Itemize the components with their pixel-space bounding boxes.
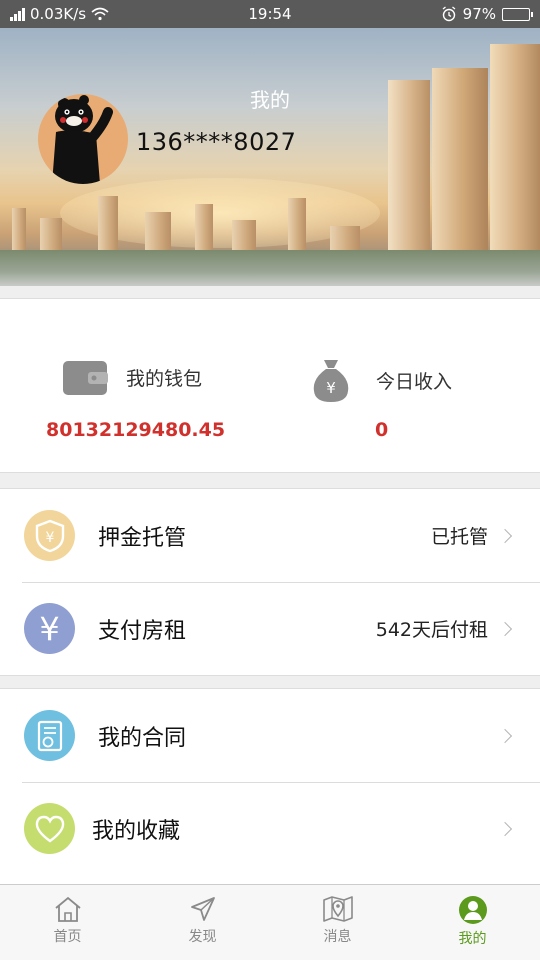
today-income-value: 0 [375, 419, 389, 441]
menu-item-favorites[interactable]: 我的收藏 [0, 782, 540, 875]
menu-item-deposit[interactable]: ¥ 押金托管 已托管 [0, 489, 540, 582]
menu-label: 我的收藏 [92, 818, 181, 844]
tab-label: 首页 [53, 929, 82, 945]
rent-due-status: 542天后付租 [375, 619, 488, 641]
chevron-right-icon [497, 728, 513, 743]
menu-group-rent: ¥ 押金托管 已托管 ¥ 支付房租 542天后付租 [0, 488, 540, 676]
deposit-status: 已托管 [430, 526, 488, 548]
yuan-icon: ¥ [24, 603, 75, 654]
status-bar: 0.03K/s 19:54 97% [0, 0, 540, 28]
map-pin-icon [322, 896, 353, 922]
tab-home[interactable]: 首页 [0, 885, 135, 960]
today-income-entry[interactable]: ¥ 今日收入 [312, 357, 452, 403]
menu-label: 押金托管 [98, 525, 187, 551]
tab-label: 消息 [323, 929, 352, 945]
tab-discover[interactable]: 发现 [135, 885, 270, 960]
wallet-entry[interactable]: 我的钱包 [62, 357, 202, 397]
send-icon [190, 897, 215, 921]
tab-messages[interactable]: 消息 [270, 885, 405, 960]
chevron-right-icon [497, 621, 513, 636]
wallet-label: 我的钱包 [126, 367, 203, 390]
tab-profile[interactable]: 我的 [405, 885, 540, 960]
battery-icon [502, 7, 533, 21]
svg-text:¥: ¥ [45, 530, 54, 546]
home-icon [54, 896, 81, 922]
bottom-tab-bar: 首页 发现 消息 我的 [0, 884, 540, 960]
tab-label: 发现 [188, 929, 217, 945]
wallet-balance: 80132129480.45 [46, 419, 226, 441]
money-bag-icon: ¥ [313, 360, 349, 402]
wallet-icon [63, 361, 108, 395]
chevron-right-icon [497, 821, 513, 836]
contract-icon [24, 710, 75, 761]
residential-tower [490, 44, 540, 260]
svg-text:¥: ¥ [326, 379, 336, 397]
menu-item-pay-rent[interactable]: ¥ 支付房租 542天后付租 [0, 582, 540, 675]
clock: 19:54 [248, 5, 292, 23]
profile-header: 我的 136****8027 [0, 28, 540, 286]
chevron-right-icon [497, 528, 513, 543]
menu-group-personal: 我的合同 我的收藏 [0, 688, 540, 888]
menu-label: 支付房租 [98, 618, 187, 644]
bear-avatar-icon [52, 95, 113, 184]
deposit-shield-icon: ¥ [24, 510, 75, 561]
tab-label: 我的 [458, 931, 487, 947]
phone-number: 136****8027 [136, 128, 297, 156]
user-icon [458, 896, 487, 924]
menu-item-contract[interactable]: 我的合同 [0, 689, 540, 782]
income-label: 今日收入 [376, 370, 453, 393]
wallet-card: 我的钱包 80132129480.45 ¥ 今日收入 0 [0, 298, 540, 473]
heart-icon [24, 803, 75, 854]
avatar[interactable] [38, 94, 128, 184]
menu-label: 我的合同 [98, 725, 187, 751]
